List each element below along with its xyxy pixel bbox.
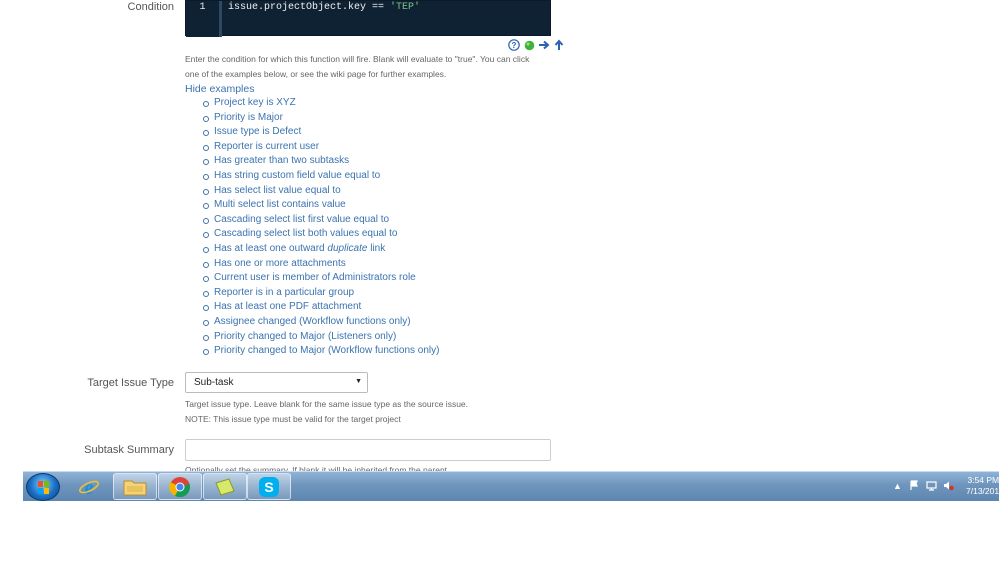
code-expression: issue.projectObject.key == (228, 2, 391, 13)
system-clock[interactable]: 3:54 PM 7/13/201 (966, 475, 999, 497)
help-icon[interactable]: ? (508, 39, 520, 51)
example-link-reporter-group[interactable]: Reporter is in a particular group (202, 286, 439, 301)
app-task[interactable] (203, 473, 247, 500)
condition-help: Enter the condition for which this funct… (185, 52, 529, 82)
clock-date: 7/13/201 (966, 486, 999, 496)
skype-icon: S (259, 476, 279, 497)
internet-explorer-task[interactable]: e (67, 473, 111, 500)
chrome-task[interactable] (158, 473, 202, 500)
line-number: 1 (199, 2, 206, 13)
example-link-admin-role[interactable]: Current user is member of Administrators… (202, 271, 439, 286)
action-center-flag-icon[interactable] (909, 480, 920, 491)
editor-gutter: 1 (186, 1, 222, 37)
network-icon[interactable] (926, 480, 937, 491)
examples-list: Project key is XYZ Priority is Major Iss… (202, 96, 439, 359)
windows-taskbar: e S ▲ 3:54 PM 7/13/201 (23, 471, 999, 501)
chrome-icon (169, 476, 190, 497)
code-line[interactable]: issue.projectObject.key == 'TEP' (228, 2, 420, 13)
folder-icon (123, 480, 147, 495)
example-link-priority-major[interactable]: Priority is Major (202, 111, 439, 126)
volume-muted-icon[interactable] (943, 480, 954, 491)
show-hidden-icons-icon[interactable]: ▲ (892, 480, 903, 491)
windows-logo-icon (38, 481, 49, 494)
select-value: Sub-task (194, 377, 234, 388)
svg-text:e: e (85, 477, 94, 498)
system-tray: ▲ (892, 480, 954, 491)
example-link-string-custom-field[interactable]: Has string custom field value equal to (202, 169, 439, 184)
editor-toolbar: ? (508, 38, 565, 52)
example-link-multi-select[interactable]: Multi select list contains value (202, 198, 439, 213)
windows-start-button[interactable] (26, 473, 60, 501)
example-link-pdf-attachment[interactable]: Has at least one PDF attachment (202, 300, 439, 315)
example-link-assignee-changed[interactable]: Assignee changed (Workflow functions onl… (202, 315, 439, 330)
subtask-summary-input[interactable] (185, 439, 551, 461)
target-issue-type-select[interactable]: Sub-task ▼ (185, 372, 368, 393)
example-link-outward-duplicate[interactable]: Has at least one outward duplicate link (202, 242, 439, 257)
svg-text:S: S (264, 479, 273, 495)
example-link-issue-type[interactable]: Issue type is Defect (202, 125, 439, 140)
skype-task[interactable]: S (247, 473, 291, 500)
arrow-right-icon[interactable] (538, 39, 550, 51)
example-link-subtasks[interactable]: Has greater than two subtasks (202, 154, 439, 169)
example-link-reporter-current-user[interactable]: Reporter is current user (202, 140, 439, 155)
internet-explorer-icon: e (79, 477, 99, 498)
target-issue-type-help-line1: Target issue type. Leave blank for the s… (185, 399, 469, 409)
example-link-attachments[interactable]: Has one or more attachments (202, 257, 439, 272)
example-link-project-key[interactable]: Project key is XYZ (202, 96, 439, 111)
clock-time: 3:54 PM (967, 475, 999, 485)
subtask-summary-label: Subtask Summary (84, 444, 174, 456)
notes-icon (215, 477, 235, 496)
arrow-up-return-icon[interactable] (553, 39, 565, 51)
code-string-literal: 'TEP' (390, 2, 421, 13)
example-text: Has at least one outward (214, 242, 328, 254)
condition-label: Condition (127, 1, 174, 13)
file-explorer-task[interactable] (113, 473, 157, 500)
example-link-priority-changed-workflow[interactable]: Priority changed to Major (Workflow func… (202, 344, 439, 359)
dropdown-caret-icon: ▼ (355, 378, 362, 385)
example-link-select-list[interactable]: Has select list value equal to (202, 184, 439, 199)
target-issue-type-help: Target issue type. Leave blank for the s… (185, 397, 468, 427)
example-text-tail: link (367, 242, 386, 254)
condition-help-line1: Enter the condition for which this funct… (185, 54, 530, 64)
status-ok-icon[interactable] (523, 39, 535, 51)
example-emphasis: duplicate (327, 242, 368, 254)
condition-help-line2: one of the examples below, or see the wi… (185, 69, 447, 79)
svg-text:?: ? (512, 41, 517, 50)
condition-code-editor[interactable]: 1 issue.projectObject.key == 'TEP' (185, 0, 551, 37)
hide-examples-link[interactable]: Hide examples (185, 83, 254, 95)
example-link-cascading-first[interactable]: Cascading select list first value equal … (202, 213, 439, 228)
target-issue-type-help-line2: NOTE: This issue type must be valid for … (185, 414, 401, 424)
example-link-priority-changed-listeners[interactable]: Priority changed to Major (Listeners onl… (202, 330, 439, 345)
example-link-cascading-both[interactable]: Cascading select list both values equal … (202, 227, 439, 242)
target-issue-type-label: Target Issue Type (87, 377, 174, 389)
